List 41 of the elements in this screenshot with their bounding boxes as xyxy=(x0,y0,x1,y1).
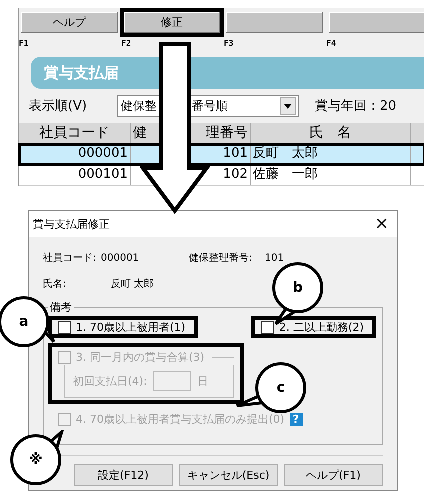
group-label: 備考 xyxy=(48,300,74,315)
checkbox[interactable] xyxy=(58,320,71,334)
insurance-number: 101 xyxy=(265,252,284,264)
sort-label: 表示順(V) xyxy=(29,98,88,115)
date-label: 初回支払日(4): xyxy=(73,374,148,388)
dialog-button[interactable]: キャンセル(Esc) xyxy=(179,464,278,486)
function-key-button[interactable] xyxy=(226,12,322,33)
checkbox-label: 3. 同一月内の賞与合算(3) xyxy=(76,350,205,364)
table-cell: 000001 xyxy=(19,144,131,164)
close-button[interactable]: × xyxy=(366,214,397,234)
dropdown-caret-icon xyxy=(284,104,292,108)
dialog-button[interactable]: 設定(F12) xyxy=(74,464,173,486)
function-key-label: F3 xyxy=(224,39,235,49)
callout-label: b xyxy=(292,279,304,298)
callout-bubble xyxy=(10,430,64,486)
employee-code: 000001 xyxy=(101,252,140,264)
checkbox[interactable] xyxy=(261,320,274,334)
unit-label: 日 xyxy=(197,374,208,388)
callout-label: a xyxy=(18,313,30,332)
screen-title-banner: 賞与支払届 xyxy=(31,57,424,89)
function-key-label: F4 xyxy=(326,39,338,49)
field-label: 氏名: xyxy=(43,278,68,291)
table-cell: 000101 xyxy=(19,165,131,185)
dialog-title: 賞与支払届修正 xyxy=(33,216,110,232)
callout-label: ※ xyxy=(28,451,44,470)
function-key-label: F1 xyxy=(19,39,30,49)
checkbox-label: 1. 70歳以上被用者(1) xyxy=(76,320,186,334)
field-label: 社員コード: xyxy=(43,252,98,265)
field-label: 健保整理番号: xyxy=(189,252,254,265)
bonus-year-label: 賞与年回：20 xyxy=(315,98,397,115)
function-key-button[interactable]: ヘルプ xyxy=(21,12,118,33)
callout-label: c xyxy=(276,379,286,398)
function-key-button[interactable] xyxy=(328,12,424,33)
table-cell: 反町 太郎 xyxy=(251,144,411,164)
function-key-label: F2 xyxy=(122,39,132,49)
employee-name: 反町 太郎 xyxy=(111,278,154,291)
checkbox-label: 4. 70歳以上被用者賞与支払届のみ提出(0) xyxy=(76,412,285,426)
table-cell: 佐藤 一郎 xyxy=(251,165,411,185)
table-row[interactable]: 000001 101 反町 太郎 xyxy=(19,144,424,165)
dialog-button[interactable]: ヘルプ(F1) xyxy=(284,464,383,486)
checkbox-label: 2. 二以上勤務(2) xyxy=(279,320,364,334)
